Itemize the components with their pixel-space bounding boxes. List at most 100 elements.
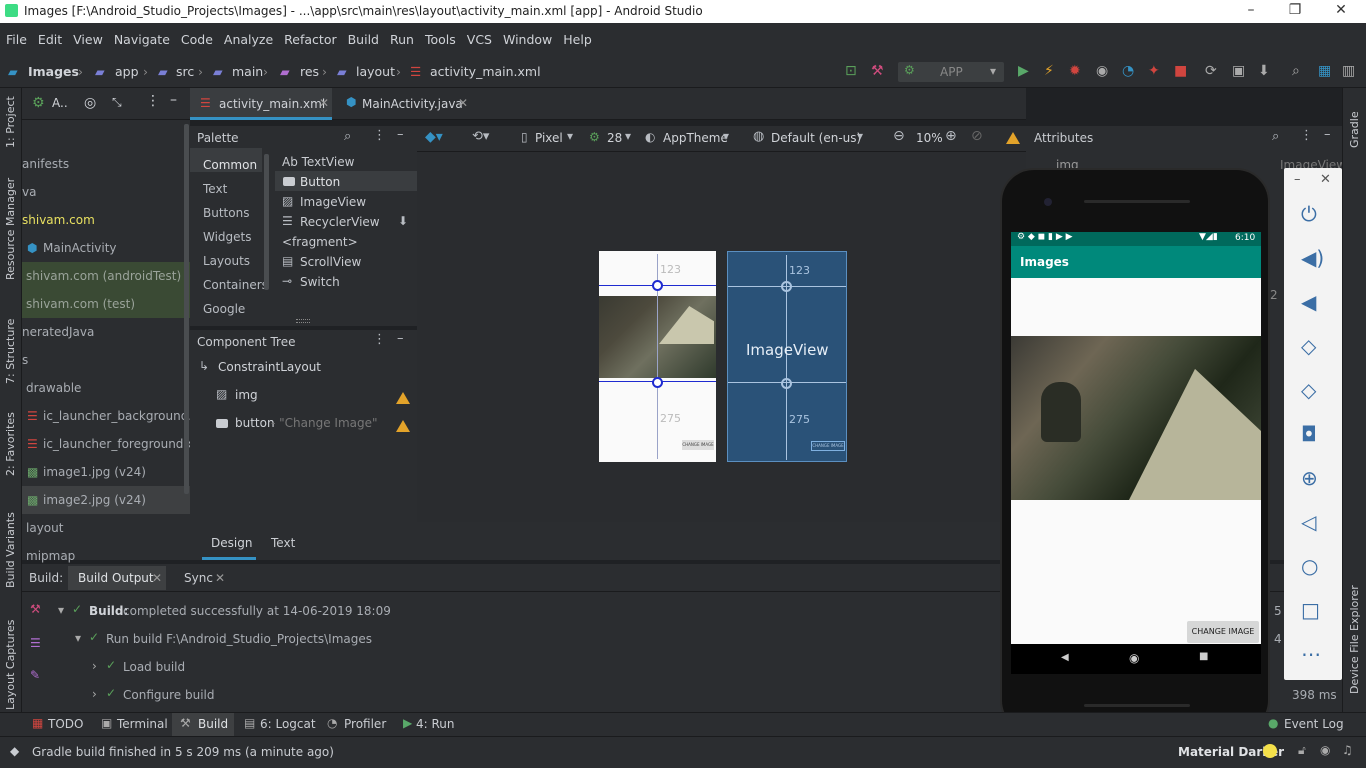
palette-item-scrollview[interactable]: ScrollView: [300, 255, 361, 269]
more-icon[interactable]: ⋯: [1301, 642, 1321, 666]
tree-item[interactable]: neratedJava: [22, 325, 94, 339]
zoom-icon[interactable]: ⊕: [1301, 466, 1318, 490]
bell-icon[interactable]: ♫: [1342, 743, 1353, 757]
list-icon[interactable]: ☰: [30, 636, 41, 650]
chevron-down-icon[interactable]: ▾: [58, 603, 64, 617]
scrollbar[interactable]: [184, 124, 189, 494]
volume-up-icon[interactable]: ◀): [1301, 246, 1324, 270]
breadcrumb-file[interactable]: activity_main.xml: [430, 64, 541, 79]
tree-item-mipmap[interactable]: mipmap: [26, 549, 75, 563]
chevron-right-icon[interactable]: ›: [92, 659, 97, 673]
category-layouts[interactable]: Layouts: [203, 254, 250, 268]
tree-item-drawable[interactable]: drawable: [26, 381, 81, 395]
tree-item-androidtest[interactable]: shivam.com (androidTest): [26, 269, 181, 283]
close-icon[interactable]: ✕: [458, 96, 468, 110]
menu-build[interactable]: Build: [342, 23, 384, 47]
tree-node-img[interactable]: img: [235, 388, 258, 402]
tab-gradle[interactable]: Gradle: [1348, 111, 1361, 148]
resize-handle[interactable]: [296, 319, 310, 323]
tree-item[interactable]: va: [22, 185, 36, 199]
close-icon[interactable]: ✕: [319, 96, 329, 110]
category-common[interactable]: Common: [203, 158, 257, 172]
device-select[interactable]: Pixel: [535, 131, 563, 145]
tree-item-package[interactable]: shivam.com: [22, 213, 95, 227]
blueprint-preview[interactable]: 123 ImageView 275 CHANGE IMAGE: [727, 251, 847, 462]
breadcrumb-layout[interactable]: layout: [356, 64, 395, 79]
category-containers[interactable]: Containers: [203, 278, 268, 292]
hide-icon[interactable]: –: [170, 92, 177, 108]
tool-todo[interactable]: TODO: [48, 717, 83, 731]
tool-build-active[interactable]: ⚒ Build: [172, 713, 234, 736]
palette-item-button[interactable]: Button: [300, 175, 340, 189]
back-icon[interactable]: ◁: [1301, 510, 1316, 534]
emulator-screen[interactable]: ⚙ ◆ ◼ ▮ ▶ ▶ ▼◢▮ 6:10 Images CHANGE IMAGE: [1011, 232, 1261, 644]
close-icon[interactable]: ✕: [1320, 172, 1331, 187]
restore-button[interactable]: ❐: [1272, 2, 1318, 18]
orientation-icon[interactable]: ⟲▾: [472, 129, 489, 144]
warning-icon[interactable]: [396, 392, 410, 404]
hide-icon[interactable]: –: [397, 127, 404, 142]
back-icon[interactable]: ◀: [1061, 652, 1069, 663]
download-icon[interactable]: ⬇: [398, 214, 408, 228]
layers-icon[interactable]: ◆▾: [425, 129, 443, 145]
search-icon[interactable]: ⌕: [1292, 63, 1300, 79]
palette-item-textview[interactable]: Ab TextView: [282, 155, 354, 169]
category-google[interactable]: Google: [203, 302, 245, 316]
target-icon[interactable]: ◎: [84, 95, 96, 111]
change-image-button[interactable]: CHANGE IMAGE: [1187, 621, 1259, 643]
tree-item[interactable]: image2.jpg (v24): [43, 493, 146, 507]
tab-mainactivity[interactable]: ⬢ MainActivity.java ✕: [340, 88, 470, 120]
collapse-icon[interactable]: ⤡: [112, 95, 122, 110]
tab-favorites[interactable]: 2: Favorites: [4, 412, 17, 476]
home-icon[interactable]: ○: [1301, 554, 1318, 578]
warning-icon[interactable]: [396, 420, 410, 432]
preview-button[interactable]: CHANGE IMAGE: [682, 440, 714, 450]
lock-icon[interactable]: 🔓︎: [1298, 743, 1306, 758]
warning-icon[interactable]: [1006, 132, 1020, 144]
theme-select[interactable]: AppTheme: [663, 131, 728, 145]
tool-terminal[interactable]: Terminal: [117, 717, 168, 731]
rotate-right-icon[interactable]: ◇: [1301, 378, 1316, 402]
breadcrumb-res[interactable]: res: [300, 64, 319, 79]
close-window-button[interactable]: ✕: [1318, 2, 1364, 18]
search-icon[interactable]: ⌕: [1272, 129, 1279, 144]
tab-activity-main[interactable]: ☰ activity_main.xml ✕: [190, 88, 332, 120]
hide-icon[interactable]: –: [397, 331, 404, 346]
anchor-handle[interactable]: [652, 280, 663, 291]
overview-icon[interactable]: ■: [1199, 651, 1208, 662]
tab-build-output[interactable]: Build Output ✕: [68, 566, 166, 590]
tree-item-mainactivity[interactable]: MainActivity: [43, 241, 117, 255]
palette-item-recyclerview[interactable]: RecyclerView: [300, 215, 380, 229]
tab-project[interactable]: 1: Project: [4, 96, 17, 148]
tab-sync[interactable]: Sync: [184, 571, 213, 585]
tab-resource-manager[interactable]: Resource Manager: [4, 178, 17, 280]
hide-icon[interactable]: –: [1324, 127, 1331, 142]
project-view-dropdown[interactable]: A..: [52, 96, 68, 110]
avd-manager-icon[interactable]: ▣: [1232, 63, 1245, 79]
menu-help[interactable]: Help: [557, 23, 597, 47]
options-icon[interactable]: ⋮: [146, 93, 160, 109]
options-icon[interactable]: ⋮: [1300, 128, 1313, 143]
category-buttons[interactable]: Buttons: [203, 206, 249, 220]
attach-debugger-icon[interactable]: ✦: [1148, 63, 1160, 79]
menu-analyze[interactable]: Analyze: [218, 23, 278, 47]
coverage-icon[interactable]: ◉: [1096, 63, 1108, 79]
close-icon[interactable]: ✕: [215, 571, 225, 585]
run-config-select[interactable]: ⚙ APP ▾: [898, 62, 1004, 82]
menu-refactor[interactable]: Refactor: [278, 23, 341, 47]
scrollbar[interactable]: [264, 154, 269, 290]
breadcrumb-images[interactable]: Images: [28, 64, 79, 79]
profile-icon[interactable]: ◔: [1122, 63, 1134, 79]
anchor-handle[interactable]: [652, 377, 663, 388]
breadcrumb-main[interactable]: main: [232, 64, 263, 79]
debug-icon[interactable]: ✹: [1069, 63, 1081, 79]
menu-window[interactable]: Window: [497, 23, 557, 47]
pin-icon[interactable]: ✎: [30, 668, 40, 682]
overview-icon[interactable]: □: [1301, 598, 1320, 622]
menu-view[interactable]: View: [67, 23, 108, 47]
build-line-text[interactable]: Configure build: [123, 688, 214, 702]
tab-text[interactable]: Text: [271, 536, 295, 550]
category-text[interactable]: Text: [203, 182, 227, 196]
menu-file[interactable]: File: [0, 23, 32, 47]
sync-gradle-icon[interactable]: ⟳: [1205, 63, 1217, 79]
